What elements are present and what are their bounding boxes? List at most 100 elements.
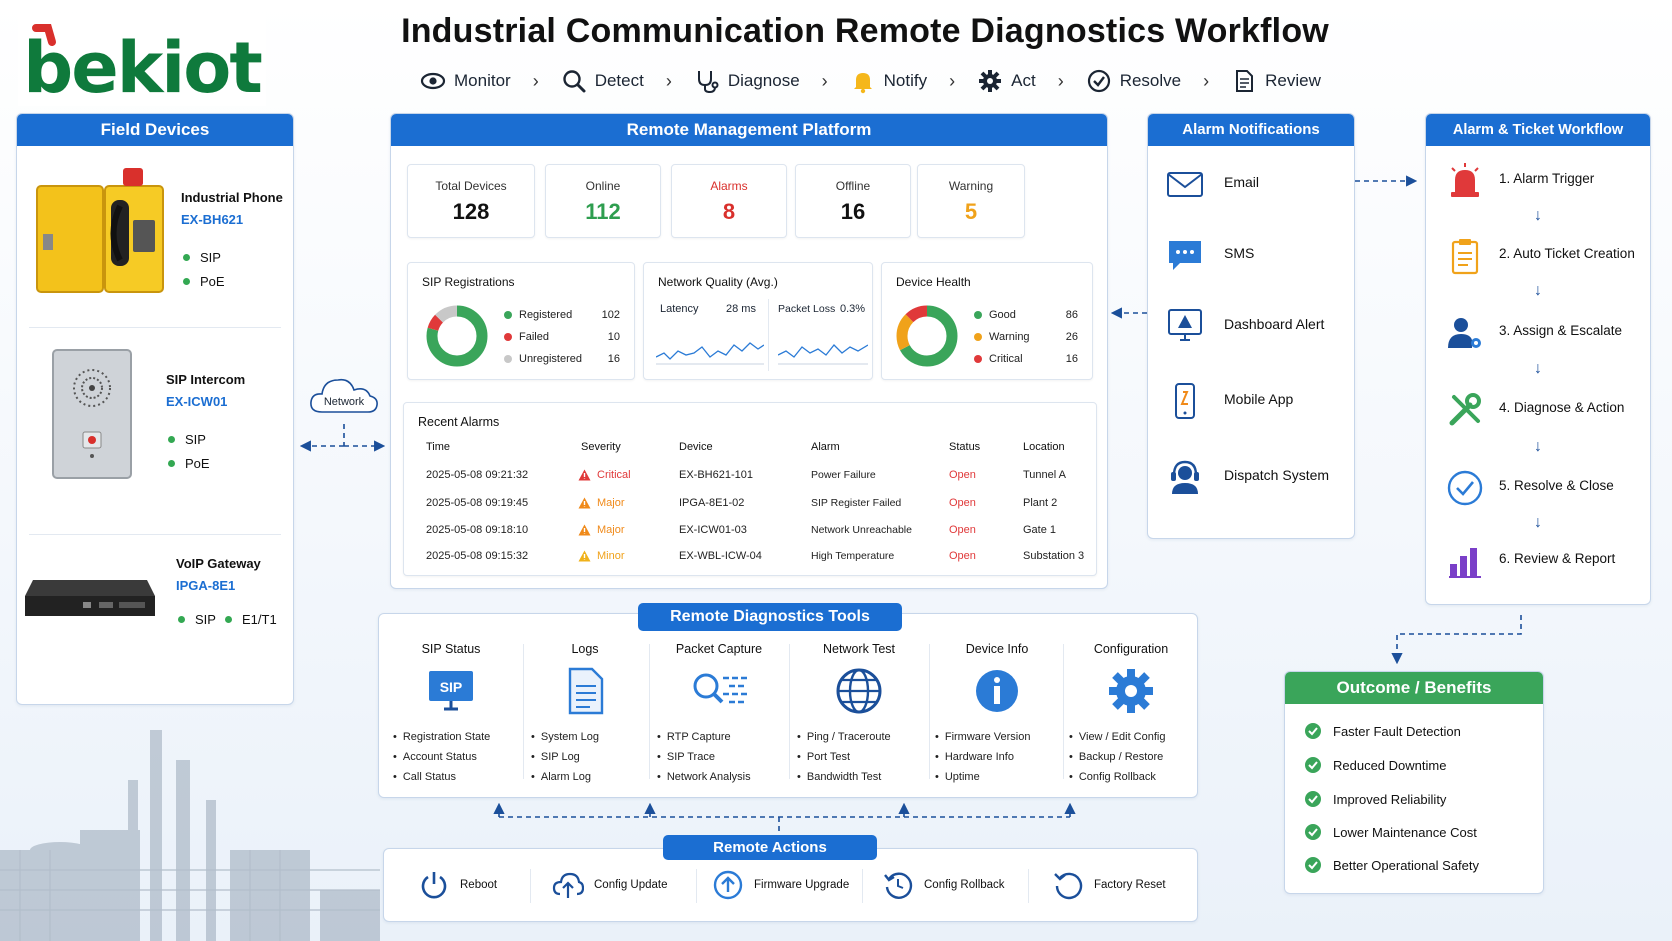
notify-email[interactable]: Email <box>1148 159 1354 209</box>
arrow-down-icon: ↓ <box>1534 207 1542 224</box>
check-badge-icon <box>1305 791 1321 807</box>
kpi-alarms[interactable]: Alarms 8 <box>671 164 787 238</box>
card-title: Recent Alarms <box>418 415 500 429</box>
notify-label: Dispatch System <box>1224 467 1330 483</box>
recent-alarms-card: Recent Alarms Time Severity Device Alarm… <box>403 402 1097 576</box>
upload-circle-icon <box>713 870 743 900</box>
step-notify: Notify <box>850 68 927 94</box>
step-label: Detect <box>594 71 644 90</box>
workflow-step-1[interactable]: 1. Alarm Trigger <box>1426 158 1650 204</box>
divider <box>1063 644 1064 779</box>
tool-title: Device Info <box>965 642 1029 656</box>
action-config-update[interactable]: Config Update <box>552 869 668 901</box>
outcome-title: Outcome / Benefits <box>1285 672 1543 704</box>
document-icon <box>1236 70 1254 92</box>
kpi-total-devices[interactable]: Total Devices 128 <box>407 164 535 238</box>
status-dot <box>225 616 232 623</box>
action-label: Config Rollback <box>924 879 1005 891</box>
notify-mobile-app[interactable]: Mobile App <box>1148 376 1354 426</box>
divider <box>789 644 790 779</box>
reset-icon <box>1054 872 1083 900</box>
divider <box>696 869 697 903</box>
bell-icon <box>853 73 872 94</box>
latency-value: 28 ms <box>726 303 756 315</box>
workflow-step-4[interactable]: 4. Diagnose & Action <box>1426 387 1650 433</box>
tool-title: SIP Status <box>421 642 481 656</box>
device-health-card[interactable]: Device Health Good 86 Warning 26 Critica… <box>881 262 1093 380</box>
info-icon <box>976 670 1018 712</box>
headset-icon <box>1171 460 1199 494</box>
notify-sms[interactable]: SMS <box>1148 230 1354 280</box>
cell-severity: Major <box>578 524 625 536</box>
arrow-down-icon: ↓ <box>1534 282 1542 299</box>
kpi-value: 112 <box>585 199 621 224</box>
benefit-item: Reduced Downtime <box>1305 757 1446 773</box>
action-firmware-upgrade[interactable]: Firmware Upgrade <box>712 869 849 901</box>
network-quality-card[interactable]: Network Quality (Avg.) Latency 28 ms Pac… <box>643 262 873 380</box>
tool-device-info[interactable]: Device Info Firmware VersionHardware Inf… <box>935 614 1059 799</box>
check-badge-icon <box>1305 757 1321 773</box>
sip-registrations-card[interactable]: SIP Registrations Registered 102 Failed … <box>407 262 635 380</box>
sip-monitor-icon: SIP <box>429 671 473 711</box>
cell-location: Tunnel A <box>1023 469 1067 481</box>
action-factory-reset[interactable]: Factory Reset <box>1052 869 1166 901</box>
notify-dispatch-system[interactable]: Dispatch System <box>1148 452 1354 502</box>
latency-label: Latency <box>660 303 699 315</box>
cell-status: Open <box>949 550 976 562</box>
device-voip-gateway[interactable]: VoIP Gateway IPGA-8E1 SIP E1/T1 <box>17 544 293 664</box>
step-label: Diagnose <box>727 71 800 90</box>
envelope-icon <box>1167 172 1203 197</box>
tool-packet-capture[interactable]: Packet Capture RTP CaptureSIP TraceNetwo… <box>657 614 781 799</box>
cell-severity: Minor <box>578 550 625 562</box>
brand-logo: bekiot <box>18 14 266 109</box>
cell-alarm: SIP Register Failed <box>811 497 902 509</box>
device-sip-intercom[interactable]: SIP Intercom EX-ICW01 SIP PoE <box>17 342 293 497</box>
log-file-icon <box>568 667 604 715</box>
power-icon <box>421 872 447 899</box>
tool-network-test[interactable]: Network Test Ping / TraceroutePort TestB… <box>797 614 921 799</box>
notify-dashboard-alert[interactable]: Dashboard Alert <box>1148 301 1354 351</box>
workflow-step-2[interactable]: 2. Auto Ticket Creation <box>1426 233 1650 279</box>
action-reboot[interactable]: Reboot <box>418 869 497 901</box>
col-location: Location <box>1023 441 1065 453</box>
tool-configuration[interactable]: Configuration View / Edit ConfigBackup /… <box>1069 614 1193 799</box>
rollback-icon <box>884 872 913 899</box>
cell-location: Gate 1 <box>1023 524 1057 536</box>
workflow-label: 3. Assign & Escalate <box>1499 323 1623 338</box>
kpi-online[interactable]: Online 112 <box>545 164 661 238</box>
cloud-icon: Network <box>310 378 378 413</box>
tool-title: Packet Capture <box>675 642 763 656</box>
tool-logs[interactable]: Logs System LogSIP LogAlarm Log <box>531 614 639 799</box>
sip-intercom-image <box>52 349 132 479</box>
status-dot <box>178 616 185 623</box>
legend-unregistered: Unregistered <box>504 353 582 365</box>
check-badge-icon <box>1305 723 1321 739</box>
kpi-offline[interactable]: Offline 16 <box>795 164 911 238</box>
step-resolve: Resolve <box>1086 68 1181 94</box>
legend-value: 10 <box>607 331 620 343</box>
divider <box>862 869 863 903</box>
divider <box>530 869 531 903</box>
diagnostics-tools-panel: SIP Status SIP Registration StateAccount… <box>378 613 1198 798</box>
device-industrial-phone[interactable]: Industrial Phone EX-BH621 SIP PoE <box>17 154 293 304</box>
action-config-rollback[interactable]: Config Rollback <box>882 869 1005 901</box>
tool-title: Logs <box>571 642 599 656</box>
kpi-label: Online <box>585 179 621 193</box>
tool-title: Network Test <box>822 642 895 656</box>
kpi-value: 5 <box>964 199 978 224</box>
device-tag: SIP <box>168 432 206 447</box>
kpi-warning[interactable]: Warning 5 <box>917 164 1025 238</box>
cell-device: EX-ICW01-03 <box>679 524 747 536</box>
legend-value: 16 <box>607 353 620 365</box>
tool-sip-status[interactable]: SIP Status SIP Registration StateAccount… <box>393 614 509 799</box>
workflow-step-6[interactable]: 6. Review & Report <box>1426 538 1650 584</box>
step-diagnose: Diagnose <box>694 68 800 94</box>
siren-icon <box>1451 163 1479 197</box>
legend-failed: Failed <box>504 331 549 343</box>
cell-time: 2025-05-08 09:21:32 <box>426 469 529 481</box>
step-label: Act <box>1011 71 1036 90</box>
workflow-step-5[interactable]: 5. Resolve & Close <box>1426 465 1650 511</box>
monitor-alert-icon <box>1168 309 1202 341</box>
device-name: Industrial Phone <box>181 190 283 205</box>
workflow-step-3[interactable]: 3. Assign & Escalate <box>1426 310 1650 356</box>
